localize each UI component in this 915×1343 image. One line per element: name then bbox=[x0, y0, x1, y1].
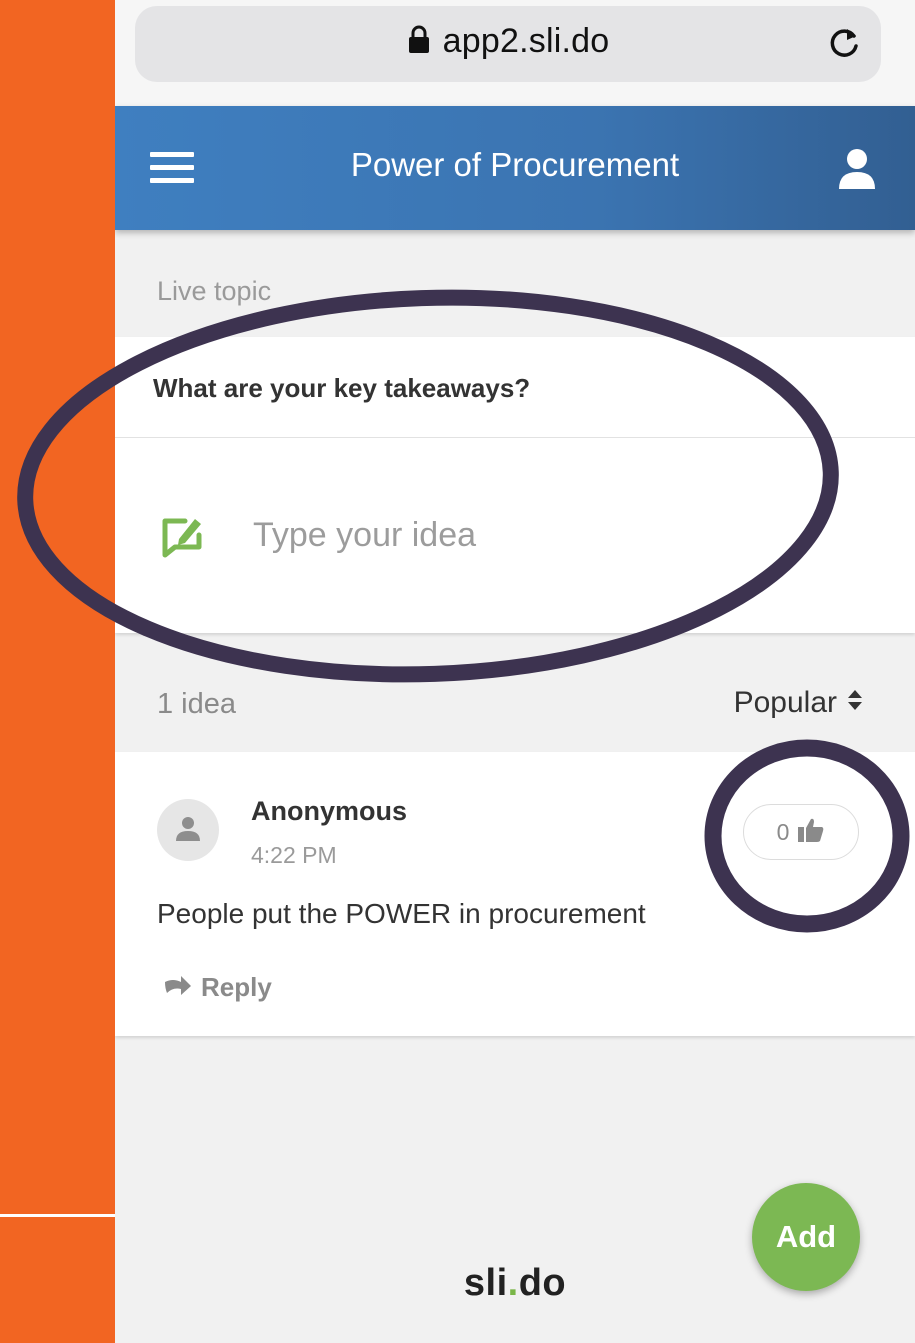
question-text: What are your key takeaways? bbox=[153, 373, 531, 403]
url-text: app2.sli.do bbox=[442, 22, 610, 60]
idea-text: People put the POWER in procurement bbox=[157, 898, 646, 929]
reply-button[interactable]: Reply bbox=[163, 972, 272, 1003]
url-field[interactable]: app2.sli.do bbox=[135, 6, 881, 82]
live-topic-label: Live topic bbox=[157, 276, 272, 306]
divider-line bbox=[0, 1214, 115, 1217]
author-name: Anonymous bbox=[251, 796, 408, 826]
lock-icon bbox=[407, 24, 431, 63]
edit-icon bbox=[159, 509, 207, 568]
page-title: Power of Procurement bbox=[350, 146, 680, 183]
like-count: 0 bbox=[776, 818, 790, 845]
reload-icon[interactable] bbox=[825, 24, 863, 67]
question-card: What are your key takeaways? bbox=[115, 337, 915, 633]
ideas-count: 1 idea bbox=[157, 688, 237, 720]
sort-label: Popular bbox=[733, 686, 837, 719]
avatar bbox=[157, 799, 219, 861]
thumbs-up-icon bbox=[797, 817, 825, 848]
reply-arrow-icon bbox=[163, 972, 193, 1003]
browser-address-bar: app2.sli.do bbox=[115, 0, 915, 106]
user-icon[interactable] bbox=[837, 148, 877, 195]
add-button[interactable]: Add bbox=[752, 1183, 860, 1291]
sort-icon bbox=[847, 686, 863, 720]
sort-dropdown[interactable]: Popular bbox=[734, 686, 863, 720]
list-item: Anonymous 4:22 PM 0 People put the POWER… bbox=[115, 752, 915, 1036]
divider bbox=[115, 437, 915, 438]
reply-label: Reply bbox=[201, 972, 272, 1002]
app-header: Power of Procurement bbox=[115, 106, 915, 230]
phone-screen: app2.sli.do Power of Procurement Live to… bbox=[115, 0, 915, 1343]
idea-input[interactable] bbox=[251, 509, 855, 561]
like-button[interactable]: 0 bbox=[743, 804, 859, 860]
timestamp: 4:22 PM bbox=[251, 842, 337, 868]
